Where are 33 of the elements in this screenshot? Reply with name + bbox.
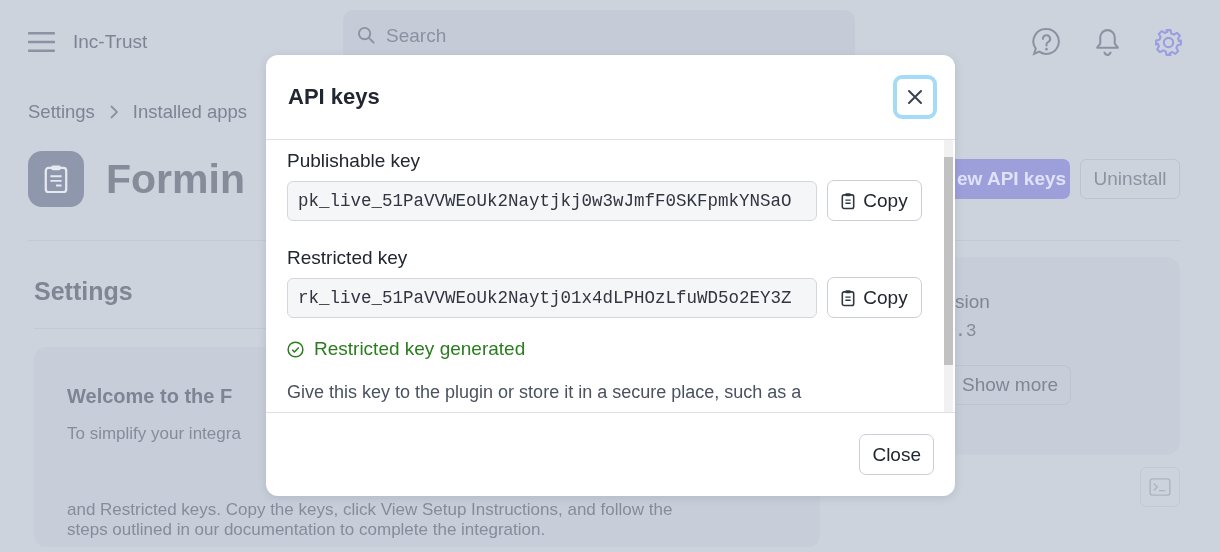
copy-button[interactable]: Copy <box>827 277 922 318</box>
welcome-text: To simplify your integra <box>67 424 241 444</box>
section-title: Settings <box>34 277 133 306</box>
status-message: Restricted key generated <box>314 338 526 360</box>
search-icon <box>357 26 376 45</box>
field-label: Publishable key <box>287 150 422 172</box>
help-icon[interactable] <box>1031 26 1062 58</box>
close-button[interactable] <box>893 75 937 119</box>
menu-icon[interactable] <box>28 31 55 53</box>
close-dialog-button[interactable]: Close <box>859 434 934 475</box>
clipboard-icon <box>841 191 856 210</box>
close-icon <box>907 89 923 105</box>
version-label: sion <box>955 291 990 313</box>
app-title: Formin <box>106 155 245 203</box>
key-field[interactable]: rk_live_51PaVVWEoUk2Naytj01x4dLPHOzLfuWD5o2EY3Z <box>287 277 817 318</box>
dialog-title: API keys <box>288 84 380 110</box>
version-value: .3 <box>955 321 977 341</box>
terminal-icon <box>1149 478 1171 496</box>
welcome-text: steps outlined in our documentation to complete the integration. <box>67 520 546 540</box>
check-circle-icon <box>287 340 304 358</box>
settings-icon[interactable] <box>1153 26 1184 58</box>
terminal-button[interactable] <box>1140 467 1180 507</box>
field-label: Restricted key <box>287 247 409 269</box>
key-field[interactable]: pk_live_51PaVVWEoUk2Naytjkj0w3wJmfF0SKFpmkYNSaO <box>287 180 817 221</box>
brand-name: Inc-Trust <box>73 31 149 53</box>
clipboard-icon <box>841 288 856 307</box>
scrollbar[interactable] <box>944 140 953 412</box>
chevron-icon <box>108 104 119 120</box>
instruction-text: Give this key to the plugin or store it in a secure place, such as a <box>287 382 803 403</box>
app-icon <box>28 151 84 207</box>
welcome-text: and Restricted keys. Copy the keys, click View Setup Instructions, and follow the <box>67 500 673 520</box>
copy-button[interactable]: Copy <box>827 180 922 221</box>
welcome-title: Welcome to the F <box>67 385 233 408</box>
